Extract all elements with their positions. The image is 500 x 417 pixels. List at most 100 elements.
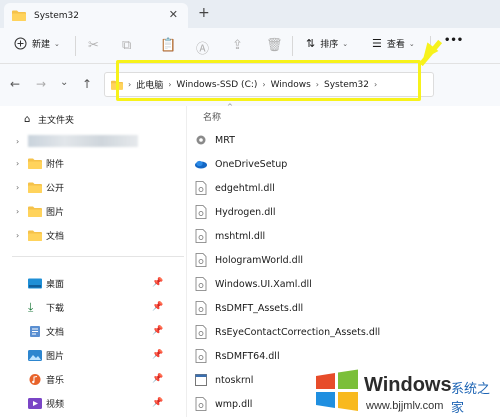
sidebar-item-onedrive[interactable]: ›: [0, 130, 186, 152]
sort-button[interactable]: ⇅ 排序 ⌄: [306, 37, 348, 50]
folder-icon: [28, 230, 42, 241]
pin-icon[interactable]: 📌: [152, 302, 163, 312]
chevron-down-icon: ⌄: [408, 39, 415, 48]
sidebar-item-label: 公开: [46, 183, 65, 194]
dll-file-icon: [195, 325, 207, 339]
list-item[interactable]: HologramWorld.dll: [193, 248, 493, 272]
share-icon[interactable]: ⇪: [232, 38, 243, 53]
divider: [75, 36, 76, 56]
folder-icon: [12, 10, 26, 21]
sidebar-item-label: 音乐: [46, 375, 65, 386]
file-name: OneDriveSetup: [215, 158, 288, 170]
list-item[interactable]: RsEyeContactCorrection_Assets.dll: [193, 320, 493, 344]
new-button[interactable]: 新建 ⌄: [14, 37, 60, 50]
chevron-down-icon: ⌄: [54, 39, 60, 48]
sidebar-item-quick-pictures[interactable]: 图片 📌: [0, 344, 186, 366]
file-name: RsDMFT_Assets.dll: [215, 302, 304, 314]
pin-icon[interactable]: 📌: [152, 398, 163, 408]
list-item[interactable]: Hydrogen.dll: [193, 200, 493, 224]
file-name: MRT: [215, 134, 235, 146]
file-name: Hydrogen.dll: [215, 206, 276, 218]
sidebar-item-music[interactable]: 音乐 📌: [0, 368, 186, 390]
folder-icon: [28, 158, 42, 169]
chevron-down-icon: ⌄: [342, 39, 349, 48]
folder-icon: [28, 206, 42, 217]
gear-file-icon: [196, 135, 206, 145]
cut-icon[interactable]: ✂: [88, 38, 99, 53]
list-item[interactable]: edgehtml.dll: [193, 176, 493, 200]
file-name: mshtml.dll: [215, 230, 266, 242]
windows-logo-icon: [316, 369, 358, 411]
forward-arrow-icon[interactable]: →: [36, 77, 46, 91]
sidebar-item-desktop[interactable]: 桌面 📌: [0, 272, 186, 294]
sidebar-item-attachments[interactable]: › 附件: [0, 152, 186, 174]
pin-icon[interactable]: 📌: [152, 278, 163, 288]
music-icon: [29, 373, 41, 385]
sidebar-item-label: 主文件夹: [38, 115, 75, 126]
list-item[interactable]: mshtml.dll: [193, 224, 493, 248]
dll-file-icon: [195, 253, 207, 267]
dll-file-icon: [195, 205, 207, 219]
tab-title: System32: [34, 10, 80, 21]
new-tab-button[interactable]: +: [198, 5, 210, 21]
sidebar-item-label: 文档: [46, 327, 65, 338]
tab-system32[interactable]: System32 ✕: [4, 3, 188, 28]
list-item[interactable]: OneDriveSetup: [193, 152, 493, 176]
divider: [12, 256, 184, 257]
chevron-right-icon: ›: [16, 182, 20, 192]
sidebar-item-label: 桌面: [46, 279, 65, 290]
file-name: edgehtml.dll: [215, 182, 275, 194]
sidebar-item-label: 附件: [46, 159, 65, 170]
sidebar-item-home[interactable]: ⌂ 主文件夹: [0, 108, 186, 130]
sidebar-item-quick-documents[interactable]: 文档 📌: [0, 320, 186, 342]
sidebar-item-pictures[interactable]: › 图片: [0, 200, 186, 222]
onedrive-icon: [195, 160, 207, 169]
sort-icon: ⇅: [306, 37, 316, 50]
dll-file-icon: [195, 397, 207, 411]
paste-icon[interactable]: 📋: [160, 38, 176, 53]
list-item[interactable]: Windows.UI.Xaml.dll: [193, 272, 493, 296]
new-label: 新建: [32, 40, 51, 50]
pin-icon[interactable]: 📌: [152, 350, 163, 360]
column-header-name[interactable]: 名称: [203, 110, 221, 123]
chevron-right-icon: ›: [16, 206, 20, 216]
sort-up-icon: ^: [227, 103, 233, 111]
sidebar-item-label: 下载: [46, 303, 65, 314]
blurred-account: [28, 135, 138, 147]
view-label: 查看: [386, 40, 405, 50]
file-name: ntoskrnl: [215, 374, 254, 386]
up-arrow-icon[interactable]: ↑: [82, 77, 92, 91]
sidebar-item-downloads[interactable]: ⤓ 下载 📌: [0, 296, 186, 318]
recent-chevron-icon[interactable]: ⌄: [60, 77, 68, 88]
file-name: wmp.dll: [215, 398, 253, 410]
watermark-url: www.bjjmlv.com: [366, 400, 444, 412]
pin-icon[interactable]: 📌: [152, 374, 163, 384]
sidebar-item-public[interactable]: › 公开: [0, 176, 186, 198]
rename-icon[interactable]: Ⓐ: [196, 38, 209, 57]
divider: [292, 36, 293, 56]
view-icon: ☰: [372, 37, 382, 50]
more-options-button[interactable]: •••: [444, 35, 463, 46]
picture-icon: [28, 349, 42, 361]
sidebar-item-label: 视频: [46, 399, 65, 410]
title-bar: System32 ✕ +: [0, 0, 500, 28]
sidebar-item-videos[interactable]: 视频 📌: [0, 392, 186, 414]
list-item[interactable]: RsDMFT_Assets.dll: [193, 296, 493, 320]
back-arrow-icon[interactable]: ←: [10, 77, 20, 91]
delete-icon[interactable]: 🗑: [266, 38, 283, 53]
sidebar-item-label: 文档: [46, 231, 65, 242]
copy-icon[interactable]: ⧉: [122, 38, 131, 53]
list-item[interactable]: RsDMFT64.dll: [193, 344, 493, 368]
close-tab-icon[interactable]: ✕: [169, 8, 178, 21]
watermark-site-name: 系统之家: [451, 382, 491, 416]
watermark-brand: Windows: [364, 374, 452, 396]
download-icon: ⤓: [28, 300, 34, 314]
document-icon: [30, 325, 40, 337]
sort-label: 排序: [320, 40, 339, 50]
sidebar-item-label: 图片: [46, 207, 65, 218]
desktop-icon: [28, 278, 42, 288]
view-button[interactable]: ☰ 查看 ⌄: [372, 37, 415, 50]
sidebar-item-documents[interactable]: › 文档: [0, 224, 186, 246]
pin-icon[interactable]: 📌: [152, 326, 163, 336]
list-item[interactable]: MRT: [193, 128, 493, 152]
